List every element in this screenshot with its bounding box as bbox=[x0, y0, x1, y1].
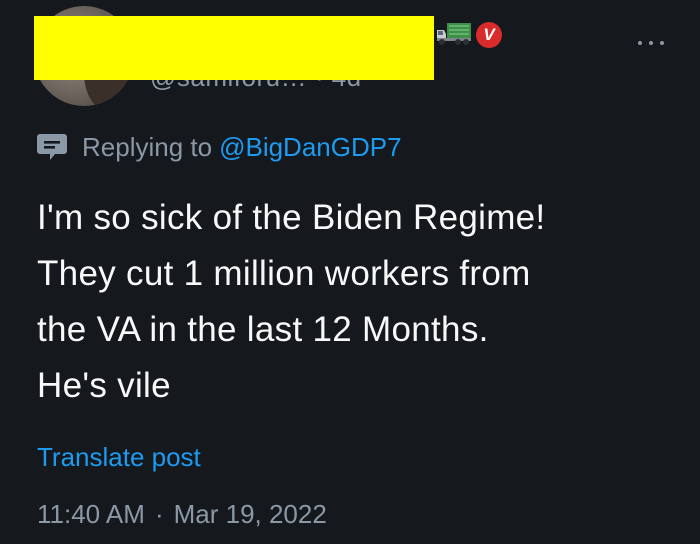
replying-prefix: Replying to bbox=[82, 131, 213, 162]
replying-to: Replying to @BigDanGDP7 bbox=[36, 128, 402, 166]
reply-bubble-icon bbox=[37, 134, 67, 160]
post-date: Mar 19, 2022 bbox=[173, 499, 327, 529]
truck-emoji-icon bbox=[437, 23, 471, 45]
more-options-icon[interactable] bbox=[638, 38, 664, 48]
red-v-badge-icon: V bbox=[476, 22, 502, 48]
redaction-box bbox=[34, 16, 434, 80]
post-time: 11:40 AM bbox=[37, 499, 145, 529]
translate-post-link[interactable]: Translate post bbox=[37, 442, 201, 473]
post-text: I'm so sick of the Biden Regime! They cu… bbox=[37, 198, 546, 405]
badge-letter: V bbox=[483, 25, 495, 44]
reply-target-link[interactable]: @BigDanGDP7 bbox=[219, 132, 401, 163]
meta-separator: · bbox=[154, 499, 164, 529]
post-timestamp[interactable]: 11:40 AM · Mar 19, 2022 bbox=[37, 499, 327, 530]
